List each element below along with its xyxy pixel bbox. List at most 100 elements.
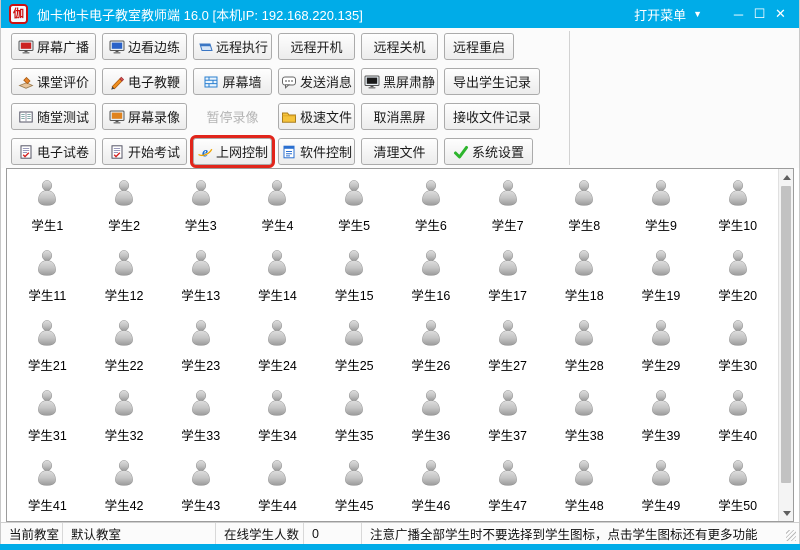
student-item[interactable]: 学生15 <box>316 243 393 313</box>
student-person-icon <box>726 320 750 351</box>
student-item[interactable]: 学生39 <box>623 383 700 453</box>
student-item[interactable]: 学生10 <box>699 173 776 243</box>
remote-power-on-button[interactable]: 远程开机 <box>278 33 355 60</box>
student-item[interactable]: 学生46 <box>392 453 469 521</box>
student-person-icon <box>572 390 596 421</box>
remote-execute-button[interactable]: 远程执行 <box>193 33 272 60</box>
remote-restart-button[interactable]: 远程重启 <box>444 33 514 60</box>
student-item[interactable]: 学生4 <box>239 173 316 243</box>
start-exam-button[interactable]: 开始考试 <box>102 138 187 165</box>
software-control-button[interactable]: 软件控制 <box>278 138 355 165</box>
student-item[interactable]: 学生30 <box>699 313 776 383</box>
student-item[interactable]: 学生2 <box>86 173 163 243</box>
black-screen-silence-button[interactable]: 黑屏肃静 <box>361 68 438 95</box>
send-message-button[interactable]: 发送消息 <box>278 68 355 95</box>
fast-file-transfer-button[interactable]: 极速文件 <box>278 103 355 130</box>
student-item[interactable]: 学生1 <box>9 173 86 243</box>
screen-recording-button[interactable]: 屏幕录像 <box>102 103 187 130</box>
student-item[interactable]: 学生11 <box>9 243 86 313</box>
student-item[interactable]: 学生36 <box>392 383 469 453</box>
student-item[interactable]: 学生16 <box>392 243 469 313</box>
electronic-pointer-button[interactable]: 电子教鞭 <box>102 68 187 95</box>
receive-file-records-button[interactable]: 接收文件记录 <box>444 103 540 130</box>
student-item[interactable]: 学生31 <box>9 383 86 453</box>
clean-files-button[interactable]: 清理文件 <box>361 138 438 165</box>
triangle-up-icon <box>783 175 791 180</box>
close-button[interactable]: ✕ <box>770 4 791 24</box>
student-item[interactable]: 学生27 <box>469 313 546 383</box>
scroll-up-button[interactable] <box>779 169 794 185</box>
student-item[interactable]: 学生7 <box>469 173 546 243</box>
student-label: 学生45 <box>335 495 374 514</box>
export-student-records-button[interactable]: 导出学生记录 <box>444 68 540 95</box>
student-item[interactable]: 学生9 <box>623 173 700 243</box>
scrollbar-thumb[interactable] <box>781 186 791 483</box>
student-item[interactable]: 学生34 <box>239 383 316 453</box>
student-label: 学生9 <box>645 215 677 234</box>
student-item[interactable]: 学生47 <box>469 453 546 521</box>
minimize-button[interactable]: ─ <box>728 4 749 24</box>
student-item[interactable]: 学生50 <box>699 453 776 521</box>
student-item[interactable]: 学生20 <box>699 243 776 313</box>
student-item[interactable]: 学生44 <box>239 453 316 521</box>
student-item[interactable]: 学生41 <box>9 453 86 521</box>
screen-broadcast-button[interactable]: 屏幕广播 <box>11 33 96 60</box>
vertical-scrollbar[interactable] <box>778 169 793 521</box>
software-window-icon <box>281 144 297 160</box>
student-label: 学生20 <box>718 285 757 304</box>
student-item[interactable]: 学生19 <box>623 243 700 313</box>
toolbar-row: 课堂评价电子教鞭屏幕墙发送消息黑屏肃静导出学生记录 <box>11 68 799 95</box>
cancel-black-screen-button[interactable]: 取消黑屏 <box>361 103 438 130</box>
student-item[interactable]: 学生33 <box>162 383 239 453</box>
student-person-icon <box>342 390 366 421</box>
student-label: 学生50 <box>718 495 757 514</box>
student-person-icon <box>726 180 750 211</box>
class-evaluation-button[interactable]: 课堂评价 <box>11 68 96 95</box>
student-item[interactable]: 学生38 <box>546 383 623 453</box>
in-class-quiz-button[interactable]: 随堂测试 <box>11 103 96 130</box>
student-label: 学生41 <box>28 495 67 514</box>
student-label: 学生14 <box>258 285 297 304</box>
student-item[interactable]: 学生12 <box>86 243 163 313</box>
student-item[interactable]: 学生14 <box>239 243 316 313</box>
maximize-button[interactable]: ☐ <box>749 4 770 24</box>
student-person-icon <box>112 460 136 491</box>
scroll-down-button[interactable] <box>779 505 794 521</box>
student-item[interactable]: 学生23 <box>162 313 239 383</box>
student-item[interactable]: 学生3 <box>162 173 239 243</box>
student-item[interactable]: 学生49 <box>623 453 700 521</box>
student-item[interactable]: 学生24 <box>239 313 316 383</box>
toolbar-button-label: 屏幕录像 <box>128 107 180 126</box>
student-item[interactable]: 学生13 <box>162 243 239 313</box>
student-item[interactable]: 学生48 <box>546 453 623 521</box>
student-item[interactable]: 学生17 <box>469 243 546 313</box>
student-item[interactable]: 学生37 <box>469 383 546 453</box>
student-person-icon <box>726 460 750 491</box>
student-item[interactable]: 学生26 <box>392 313 469 383</box>
student-item[interactable]: 学生43 <box>162 453 239 521</box>
student-item[interactable]: 学生42 <box>86 453 163 521</box>
internet-control-button[interactable]: e上网控制 <box>193 138 272 165</box>
resize-grip[interactable] <box>783 523 799 544</box>
student-item[interactable]: 学生22 <box>86 313 163 383</box>
student-item[interactable]: 学生25 <box>316 313 393 383</box>
remote-shutdown-button[interactable]: 远程关机 <box>361 33 438 60</box>
student-item[interactable]: 学生6 <box>392 173 469 243</box>
screen-wall-button[interactable]: 屏幕墙 <box>193 68 272 95</box>
student-item[interactable]: 学生21 <box>9 313 86 383</box>
student-item[interactable]: 学生5 <box>316 173 393 243</box>
student-item[interactable]: 学生32 <box>86 383 163 453</box>
open-menu-button[interactable]: 打开菜单 ▼ <box>634 5 702 24</box>
student-item[interactable]: 学生28 <box>546 313 623 383</box>
student-person-icon <box>35 390 59 421</box>
electronic-exam-paper-button[interactable]: 电子试卷 <box>11 138 96 165</box>
system-settings-button[interactable]: 系统设置 <box>444 138 533 165</box>
student-grid: 学生1学生2学生3学生4学生5学生6学生7学生8学生9学生10学生11学生12学… <box>9 169 776 521</box>
student-item[interactable]: 学生45 <box>316 453 393 521</box>
student-item[interactable]: 学生29 <box>623 313 700 383</box>
watch-and-practice-button[interactable]: 边看边练 <box>102 33 187 60</box>
student-item[interactable]: 学生18 <box>546 243 623 313</box>
student-item[interactable]: 学生8 <box>546 173 623 243</box>
student-item[interactable]: 学生35 <box>316 383 393 453</box>
student-item[interactable]: 学生40 <box>699 383 776 453</box>
